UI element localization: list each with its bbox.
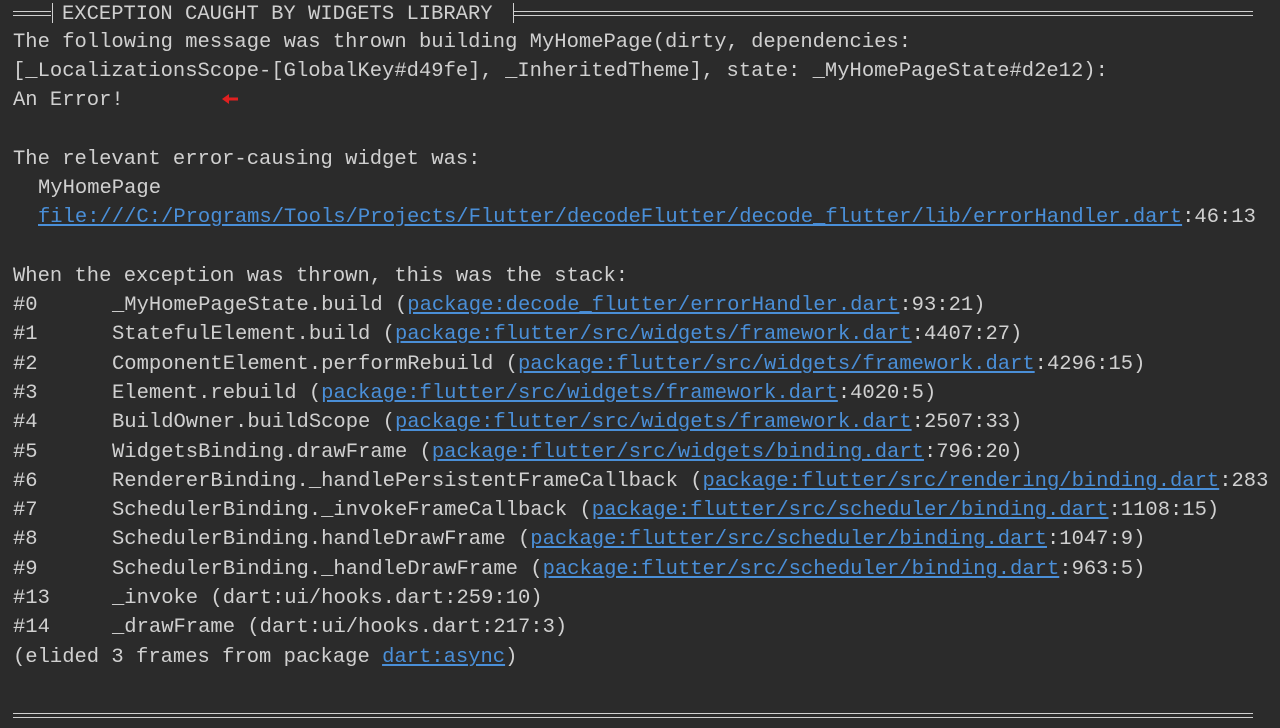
frame-function: RendererBinding._handlePersistentFrameCa… xyxy=(112,470,678,493)
stack-frame: #7 SchedulerBinding._invokeFrameCallback … xyxy=(13,496,1280,525)
message-line-1: The following message was thrown buildin… xyxy=(13,31,912,54)
frame-number: #9 xyxy=(13,558,38,581)
frame-open-paren: ( xyxy=(493,353,518,376)
frame-open-paren: ( xyxy=(517,558,543,581)
frame-number: #1 xyxy=(13,323,38,346)
error-message: An Error! xyxy=(13,89,124,112)
frame-position: :4407:27) xyxy=(911,323,1023,346)
stack-frame: #14 _drawFrame (dart:ui/hooks.dart:217:3) xyxy=(13,613,1280,642)
frame-function: _invoke xyxy=(112,587,199,610)
frame-open-paren: ( xyxy=(235,616,260,639)
frame-number: #3 xyxy=(13,382,38,405)
footer-rule xyxy=(13,713,1253,718)
left-arrow-icon xyxy=(222,94,238,104)
stack-frame: #13 _invoke (dart:ui/hooks.dart:259:10) xyxy=(13,584,1280,613)
stack-frame: #1 StatefulElement.build (package:flutter… xyxy=(13,320,1280,349)
frame-function: SchedulerBinding._invokeFrameCallback xyxy=(112,499,568,522)
frame-source-link[interactable]: package:flutter/src/widgets/framework.da… xyxy=(518,353,1035,376)
stack-frame: #6 RendererBinding._handlePersistentFrame… xyxy=(13,467,1280,496)
frame-number: #0 xyxy=(13,294,38,317)
frame-number: #8 xyxy=(13,528,38,551)
frame-open-paren: ( xyxy=(198,587,223,610)
frame-function: ComponentElement.performRebuild xyxy=(112,353,494,376)
frame-number: #6 xyxy=(13,470,38,493)
relevant-widget-location: file:///C:/Programs/Tools/Projects/Flutt… xyxy=(13,203,1280,232)
frame-number: #14 xyxy=(13,616,50,639)
frame-open-paren: ( xyxy=(677,470,703,493)
stack-frame: #3 Element.rebuild (package:flutter/src/w… xyxy=(13,379,1280,408)
frame-open-paren: ( xyxy=(567,499,592,522)
frame-source-link[interactable]: package:flutter/src/scheduler/binding.da… xyxy=(543,558,1060,581)
frame-position: :796:20) xyxy=(923,441,1023,464)
frame-source-link[interactable]: package:decode_flutter/errorHandler.dart xyxy=(407,294,899,317)
frame-function: BuildOwner.buildScope xyxy=(112,411,371,434)
relevant-widget-heading: The relevant error-causing widget was: xyxy=(13,148,481,171)
frame-position: :4296:15) xyxy=(1034,353,1146,376)
frame-number: #13 xyxy=(13,587,50,610)
file-link[interactable]: file:///C:/Programs/Tools/Projects/Flutt… xyxy=(38,206,1182,229)
stack-heading: When the exception was thrown, this was … xyxy=(13,265,629,288)
frame-open-paren: ( xyxy=(370,411,395,434)
frame-position: :2507:33) xyxy=(911,411,1023,434)
frame-source-link[interactable]: package:flutter/src/scheduler/binding.da… xyxy=(530,528,1047,551)
frame-function: SchedulerBinding._handleDrawFrame xyxy=(112,558,518,581)
frame-number: #7 xyxy=(13,499,38,522)
frame-source-link[interactable]: package:flutter/src/widgets/framework.da… xyxy=(395,323,912,346)
stack-frame: #5 WidgetsBinding.drawFrame (package:flut… xyxy=(13,438,1280,467)
frame-source-link[interactable]: package:flutter/src/scheduler/binding.da… xyxy=(592,499,1109,522)
frame-number: #4 xyxy=(13,411,38,434)
message-line-2: [_LocalizationsScope-[GlobalKey#d49fe], … xyxy=(13,60,1108,83)
frame-function: WidgetsBinding.drawFrame xyxy=(112,441,408,464)
frame-position: :283 xyxy=(1219,470,1269,493)
console-output: The following message was thrown buildin… xyxy=(13,0,1280,728)
stack-frame: #0 _MyHomePageState.build (package:decode… xyxy=(13,291,1280,320)
stack-frame: #8 SchedulerBinding.handleDrawFrame (pack… xyxy=(13,525,1280,554)
relevant-widget-name: MyHomePage xyxy=(38,177,162,200)
file-position: :46:13 xyxy=(1182,206,1256,229)
elided-prefix: (elided 3 frames from package xyxy=(13,646,383,669)
frame-source-link[interactable]: package:flutter/src/widgets/framework.da… xyxy=(395,411,912,434)
frame-source-link[interactable]: package:flutter/src/widgets/framework.da… xyxy=(321,382,838,405)
frame-open-paren: ( xyxy=(505,528,531,551)
frame-number: #5 xyxy=(13,441,38,464)
frame-open-paren: ( xyxy=(370,323,395,346)
frame-function: SchedulerBinding.handleDrawFrame xyxy=(112,528,506,551)
frame-function: Element.rebuild xyxy=(112,382,297,405)
frame-open-paren: ( xyxy=(382,294,408,317)
frame-position: :93:21) xyxy=(899,294,986,317)
frame-source-link[interactable]: package:flutter/src/widgets/binding.dart xyxy=(432,441,924,464)
frame-function: StatefulElement.build xyxy=(112,323,371,346)
stack-frame: #2 ComponentElement.performRebuild (packa… xyxy=(13,350,1280,379)
frame-function: _drawFrame xyxy=(112,616,236,639)
frame-position: :963:5) xyxy=(1059,558,1146,581)
stack-frame: #4 BuildOwner.buildScope (package:flutter… xyxy=(13,408,1280,437)
elided-suffix: ) xyxy=(505,646,518,669)
frame-position: :1047:9) xyxy=(1046,528,1146,551)
frame-source-link[interactable]: package:flutter/src/rendering/binding.da… xyxy=(703,470,1220,493)
frame-position: dart:ui/hooks.dart:217:3) xyxy=(259,616,568,639)
frame-number: #2 xyxy=(13,353,38,376)
stack-frame: #9 SchedulerBinding._handleDrawFrame (pac… xyxy=(13,555,1280,584)
elided-package-link[interactable]: dart:async xyxy=(382,646,505,669)
frame-position: :4020:5) xyxy=(837,382,937,405)
frame-position: :1108:15) xyxy=(1108,499,1220,522)
elided-frames-line: (elided 3 frames from package dart:async… xyxy=(13,643,1280,672)
frame-open-paren: ( xyxy=(407,441,432,464)
frame-open-paren: ( xyxy=(296,382,322,405)
frame-function: _MyHomePageState.build xyxy=(112,294,383,317)
frame-position: dart:ui/hooks.dart:259:10) xyxy=(222,587,543,610)
